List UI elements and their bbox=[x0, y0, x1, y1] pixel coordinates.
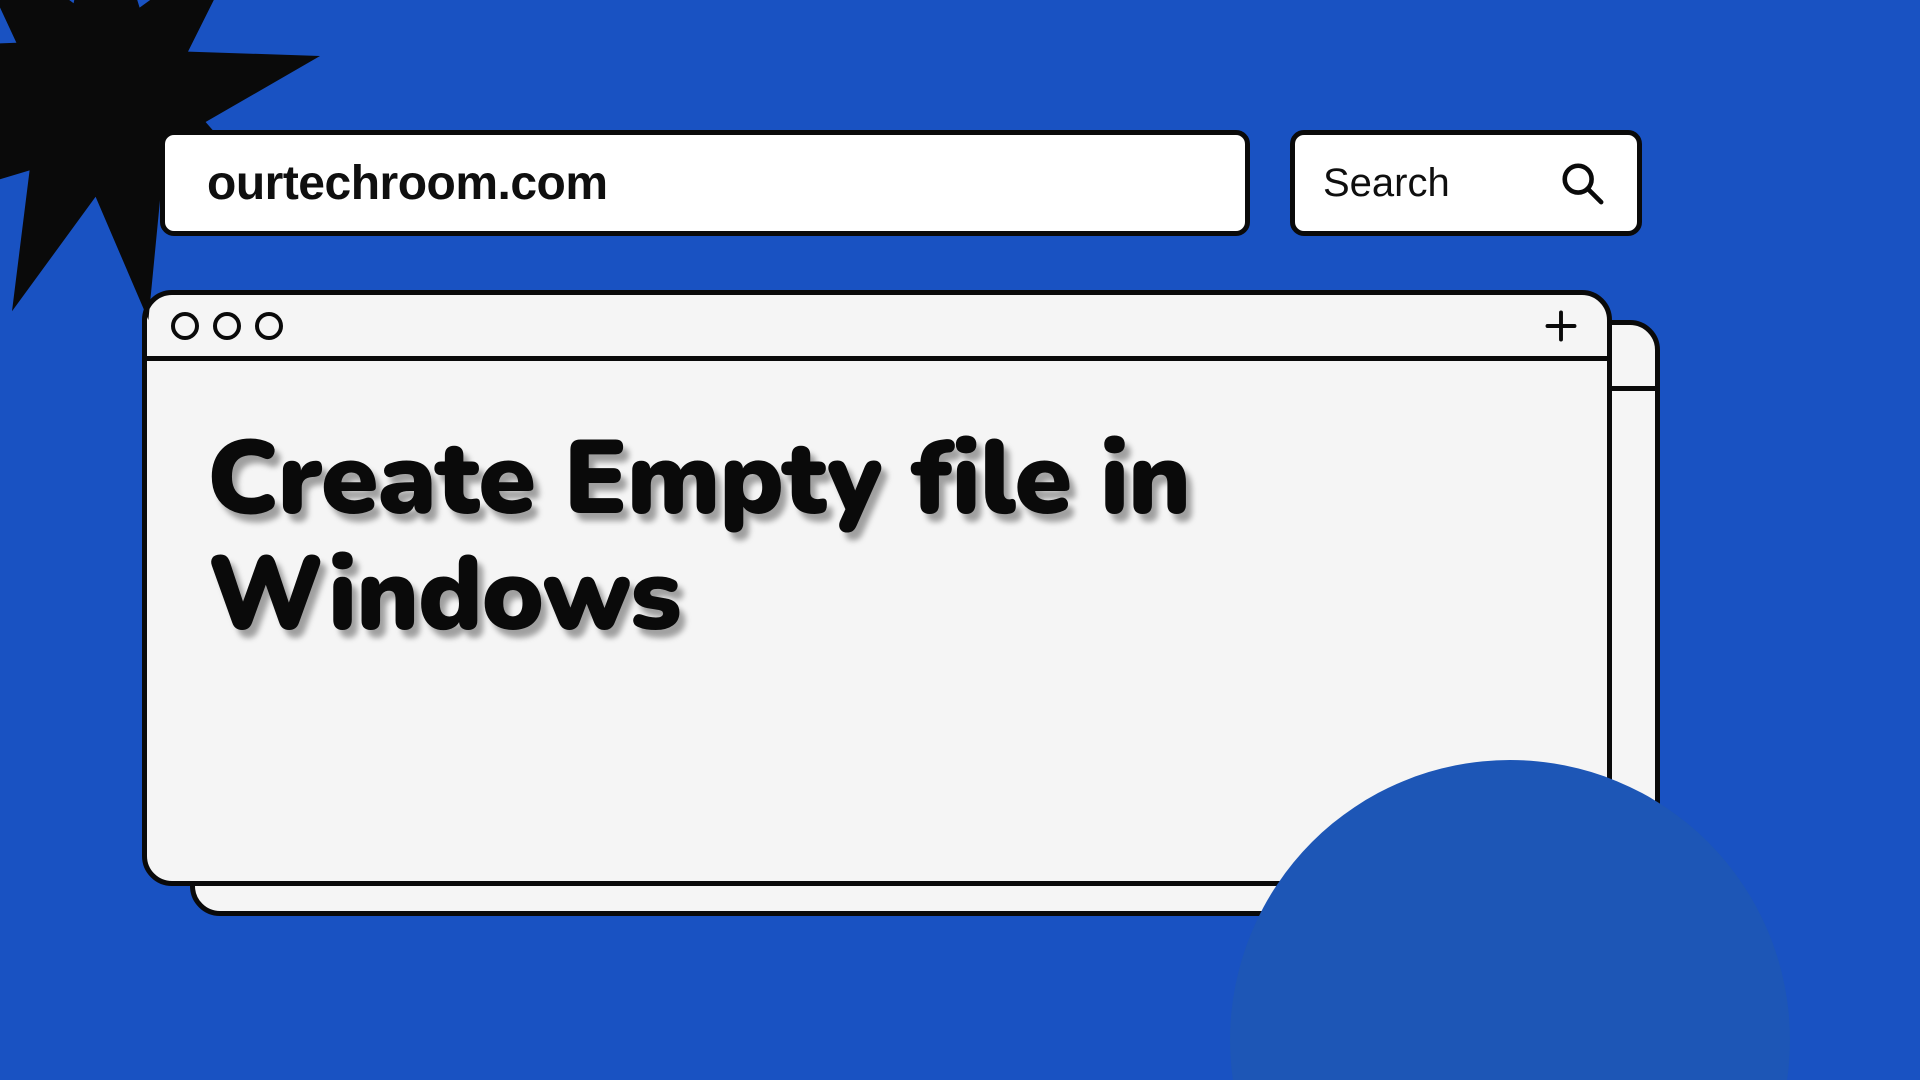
url-text: ourtechroom.com bbox=[207, 156, 608, 211]
window-titlebar bbox=[147, 295, 1607, 361]
search-icon bbox=[1559, 160, 1605, 206]
search-label: Search bbox=[1323, 161, 1450, 206]
window-body: Create Empty file in Windows bbox=[147, 361, 1607, 654]
search-box[interactable]: Search bbox=[1290, 130, 1642, 236]
new-tab-icon[interactable] bbox=[1543, 308, 1579, 344]
url-bar[interactable]: ourtechroom.com bbox=[160, 130, 1250, 236]
page-headline: Create Empty file in Windows bbox=[207, 421, 1547, 654]
